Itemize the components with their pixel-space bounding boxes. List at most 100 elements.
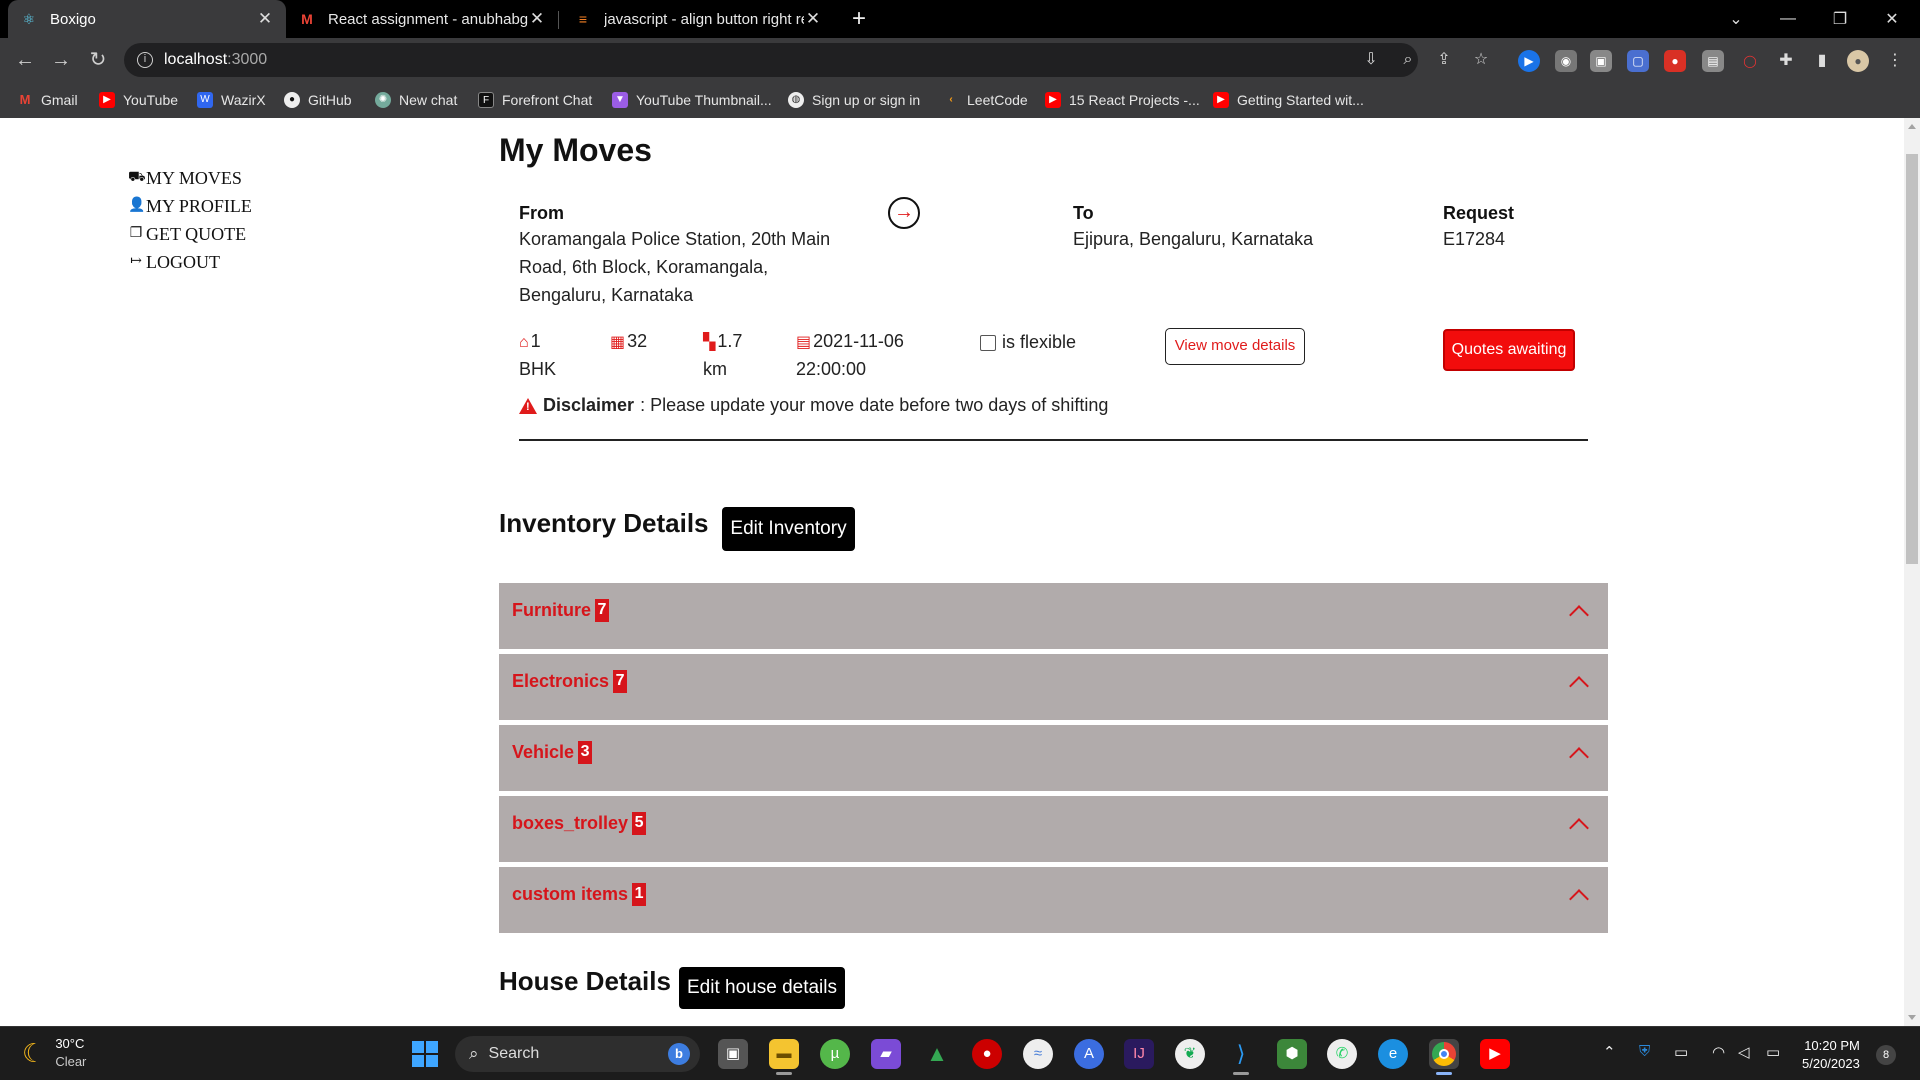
avatar[interactable]: ● <box>1847 50 1869 72</box>
defender-icon[interactable]: ⛨ <box>1639 1043 1650 1060</box>
view-move-details-button[interactable]: View move details <box>1165 328 1305 365</box>
bookmark-yt-thumbnail[interactable]: ▼ YouTube Thumbnail... <box>612 90 772 110</box>
scroll-thumb[interactable] <box>1906 154 1918 564</box>
edge-icon[interactable]: e <box>1378 1039 1408 1069</box>
bookmark-gmail[interactable]: M Gmail <box>17 90 78 110</box>
accordion-furniture[interactable]: Furniture 7 <box>499 583 1608 649</box>
zoom-icon[interactable]: ⌕ <box>1398 50 1418 70</box>
restore-button[interactable]: ❐ <box>1814 0 1866 38</box>
extension-icon[interactable]: ◯ <box>1739 50 1761 72</box>
app-store-icon[interactable]: A <box>1074 1039 1104 1069</box>
close-icon[interactable]: ✕ <box>528 9 546 29</box>
bookmark-leetcode[interactable]: ‹ LeetCode <box>943 90 1027 110</box>
share-icon[interactable]: ⇪ <box>1434 50 1454 70</box>
puzzle-icon[interactable]: ✚ <box>1775 50 1797 72</box>
minimize-button[interactable]: — <box>1762 0 1814 38</box>
tab-strip: ⚛ Boxigo ✕ M React assignment - anubhabg… <box>0 0 1920 38</box>
side-panel-icon[interactable]: ▮ <box>1811 50 1833 72</box>
windows-start-icon[interactable] <box>412 1041 438 1067</box>
utorrent-icon[interactable]: µ <box>820 1039 850 1069</box>
nodejs-icon[interactable]: ⬢ <box>1277 1039 1307 1069</box>
temperature: 30°C <box>55 1036 85 1051</box>
sidebar-item-get-quote[interactable]: ❐ GET QUOTE <box>128 220 252 248</box>
volume-icon[interactable]: ◁ <box>1738 1043 1750 1061</box>
bookmark-star-icon[interactable]: ☆ <box>1471 50 1491 70</box>
bing-icon[interactable]: b <box>668 1043 690 1065</box>
task-view-icon[interactable]: ▣ <box>718 1039 748 1069</box>
notification-badge[interactable]: 8 <box>1876 1045 1896 1065</box>
bookmark-forefront[interactable]: F Forefront Chat <box>478 90 592 110</box>
sidebar-item-label: MY MOVES <box>146 167 242 188</box>
extension-icon[interactable]: ▣ <box>1590 50 1612 72</box>
youtube-app-icon[interactable]: ▶ <box>1480 1039 1510 1069</box>
address-bar[interactable]: i localhost:3000 ⇩ ⌕ ⇪ ☆ <box>124 43 1488 77</box>
weather-condition: Clear <box>55 1054 87 1069</box>
accordion-boxes-trolley[interactable]: boxes_trolley 5 <box>499 796 1608 862</box>
forward-button[interactable]: → <box>47 46 75 74</box>
extension-icon[interactable]: ● <box>1664 50 1686 72</box>
moon-icon: ☾ <box>22 1037 46 1068</box>
tab-stackoverflow[interactable]: ≡ javascript - align button right rea ✕ <box>562 0 834 38</box>
scroll-up-arrow[interactable] <box>1908 124 1916 129</box>
record-icon[interactable]: ● <box>972 1039 1002 1069</box>
mongodb-icon[interactable]: ❦ <box>1175 1039 1205 1069</box>
extension-icon[interactable]: ▶ <box>1518 50 1540 72</box>
bookmark-new-chat[interactable]: ✺ New chat <box>375 90 457 110</box>
extension-icon[interactable]: ▤ <box>1702 50 1724 72</box>
tab-search-button[interactable]: ⌄ <box>1710 0 1762 38</box>
tab-gmail[interactable]: M React assignment - anubhabguha ✕ <box>286 0 558 38</box>
edit-house-details-button[interactable]: Edit house details <box>679 967 845 1009</box>
bookmark-wazirx[interactable]: W WazirX <box>197 90 266 110</box>
youtube-icon: ▶ <box>1213 92 1229 108</box>
move-date: ▤ 2021-11-06 22:00:00 <box>796 331 904 379</box>
close-icon[interactable]: ✕ <box>804 9 822 29</box>
system-clock[interactable]: 10:20 PM 5/20/2023 <box>1802 1037 1860 1073</box>
extension-icon[interactable]: ▢ <box>1627 50 1649 72</box>
tray-overflow-icon[interactable]: ⌃ <box>1603 1043 1616 1061</box>
bookmark-sign-up[interactable]: ◍ Sign up or sign in <box>788 90 920 110</box>
accordion-electronics[interactable]: Electronics 7 <box>499 654 1608 720</box>
info-icon[interactable]: i <box>137 52 153 68</box>
file-explorer-icon[interactable]: ▬ <box>769 1039 799 1069</box>
messenger-icon[interactable]: ≈ <box>1023 1039 1053 1069</box>
scroll-down-arrow[interactable] <box>1908 1015 1916 1020</box>
whatsapp-icon[interactable]: ✆ <box>1327 1039 1357 1069</box>
quotes-awaiting-button[interactable]: Quotes awaiting <box>1443 329 1575 371</box>
intellij-icon[interactable]: IJ <box>1124 1039 1154 1069</box>
bookmark-react-projects[interactable]: ▶ 15 React Projects -... <box>1045 90 1200 110</box>
install-icon[interactable]: ⇩ <box>1361 50 1381 70</box>
battery-icon[interactable]: ▭ <box>1766 1043 1780 1061</box>
vscode-icon[interactable]: ⟩ <box>1226 1039 1256 1069</box>
sidebar-item-my-moves[interactable]: ⛟ MY MOVES <box>128 164 252 192</box>
sidebar-item-my-profile[interactable]: 👤 MY PROFILE <box>128 192 252 220</box>
accordion-vehicle[interactable]: Vehicle 3 <box>499 725 1608 791</box>
category-label: boxes_trolley 5 <box>512 812 647 835</box>
extension-icon[interactable]: ◉ <box>1555 50 1577 72</box>
weather-widget[interactable]: ☾ 30°C Clear <box>22 1035 86 1071</box>
back-button[interactable]: ← <box>11 46 39 74</box>
google-drive-icon[interactable]: ▲ <box>922 1039 952 1069</box>
reload-button[interactable]: ↻ <box>84 46 112 74</box>
flexible-checkbox[interactable] <box>980 334 996 351</box>
tab-boxigo[interactable]: ⚛ Boxigo ✕ <box>8 0 286 38</box>
edit-inventory-button[interactable]: Edit Inventory <box>722 507 855 551</box>
bookmark-getting-started[interactable]: ▶ Getting Started wit... <box>1213 90 1364 110</box>
sidebar-item-logout[interactable]: ↦ LOGOUT <box>128 248 252 276</box>
wifi-icon[interactable]: ◠ <box>1712 1043 1725 1061</box>
bookmark-youtube[interactable]: ▶ YouTube <box>99 90 178 110</box>
close-window-button[interactable]: ✕ <box>1866 0 1918 38</box>
home-icon: ⌂ <box>519 334 529 351</box>
page-scrollbar[interactable] <box>1904 118 1920 1026</box>
close-icon[interactable]: ✕ <box>256 9 274 29</box>
bookmarks-bar: M Gmail ▶ YouTube W WazirX ● GitHub ✺ New cha… <box>0 82 1920 118</box>
chevron-up-icon <box>1569 889 1589 909</box>
chrome-icon[interactable] <box>1429 1039 1459 1069</box>
bookmark-github[interactable]: ● GitHub <box>284 90 352 110</box>
clipchamp-icon[interactable]: ▰ <box>871 1039 901 1069</box>
new-tab-button[interactable]: + <box>846 6 872 32</box>
display-icon[interactable]: ▭ <box>1674 1043 1688 1061</box>
taskbar-search[interactable]: ⌕ Search b <box>455 1036 700 1072</box>
calendar-icon: ▤ <box>796 334 812 351</box>
menu-icon[interactable]: ⋮ <box>1884 50 1906 72</box>
accordion-custom-items[interactable]: custom items 1 <box>499 867 1608 933</box>
